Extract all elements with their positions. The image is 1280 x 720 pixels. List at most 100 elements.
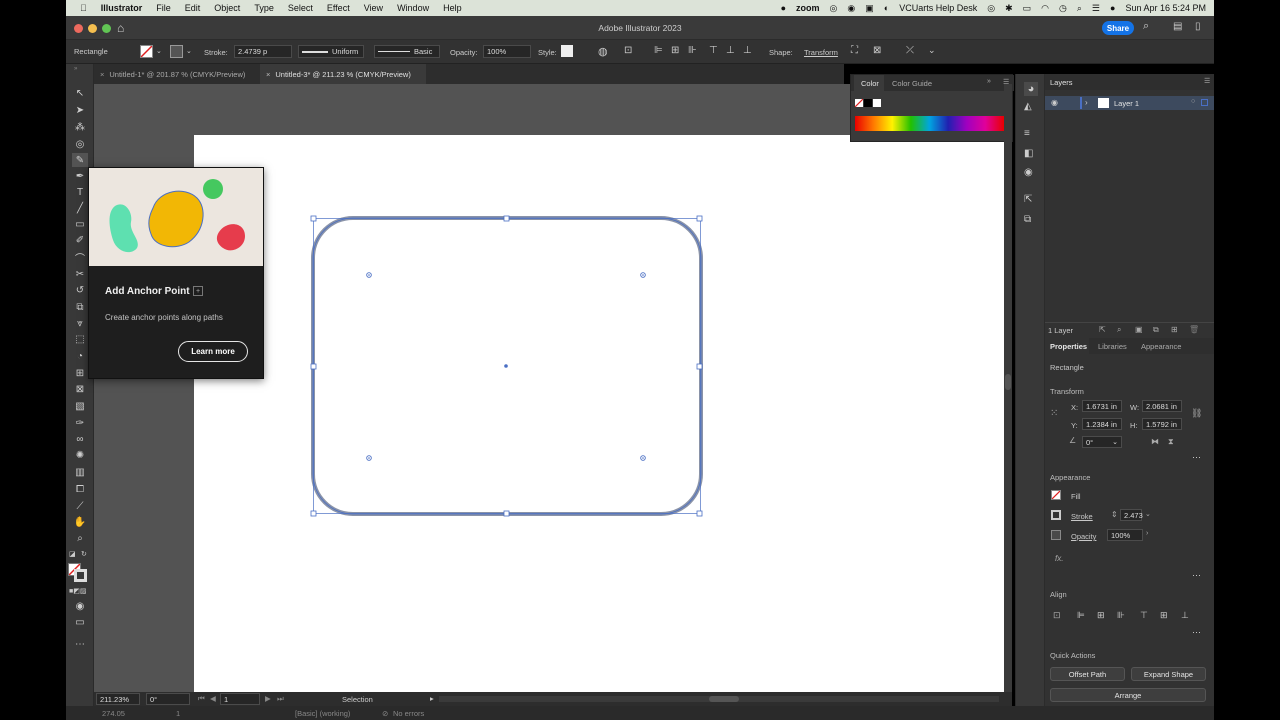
bluetooth-icon[interactable]: ✱ bbox=[1005, 3, 1013, 14]
w-field[interactable]: 2.0681 in bbox=[1142, 400, 1182, 412]
add-anchor-point-tool-icon[interactable]: ✎ bbox=[72, 153, 88, 167]
lasso-icon[interactable]: ◎ bbox=[72, 137, 88, 151]
type-tool-icon[interactable]: T bbox=[72, 185, 88, 199]
close-icon[interactable]: × bbox=[266, 70, 270, 79]
delete-layer-icon[interactable]: 🗑 bbox=[1189, 325, 1199, 334]
tab-libraries[interactable]: Libraries bbox=[1098, 342, 1127, 351]
helpdesk-icon[interactable]: ◐ bbox=[884, 3, 889, 13]
stroke-swatch[interactable] bbox=[1051, 510, 1061, 520]
align-to-icon[interactable]: ⊡ bbox=[1053, 610, 1061, 621]
align-right-icon[interactable]: ⊪ bbox=[688, 45, 697, 56]
menu-type[interactable]: Type bbox=[254, 3, 274, 13]
stroke-weight-field[interactable]: 2.473 bbox=[1120, 509, 1143, 521]
vertical-scrollbar[interactable] bbox=[1004, 84, 1012, 692]
collapse-panel-icon[interactable]: » bbox=[987, 78, 991, 85]
previous-artboard-icon[interactable]: ◀ bbox=[210, 694, 216, 703]
airplay-icon[interactable]: ◎ bbox=[987, 3, 995, 14]
line-tool-icon[interactable]: ╱ bbox=[72, 201, 88, 215]
mesh-icon[interactable]: ⊠ bbox=[72, 382, 88, 396]
new-layer-icon[interactable]: ⊞ bbox=[1171, 325, 1178, 334]
battery-icon[interactable]: ▭ bbox=[1023, 3, 1032, 14]
wifi-icon[interactable]: ◠ bbox=[1041, 3, 1049, 14]
transparency-panel-icon[interactable]: ◉ bbox=[1024, 167, 1033, 178]
learn-more-button[interactable]: Learn more bbox=[178, 341, 248, 362]
new-sublayer-icon[interactable]: ⧉ bbox=[1153, 325, 1159, 335]
direct-selection-tool-icon[interactable]: ➤ bbox=[72, 103, 88, 117]
align-h-center-icon[interactable]: ⊞ bbox=[1097, 610, 1105, 621]
collapse-icon[interactable]: » bbox=[74, 66, 77, 72]
export-icon[interactable]: ⇱ bbox=[1024, 194, 1032, 205]
spotlight-icon[interactable]: ⌕ bbox=[1077, 3, 1082, 14]
fill-swatch[interactable] bbox=[140, 45, 153, 58]
menu-edit[interactable]: Edit bbox=[185, 3, 201, 13]
expand-shape-button[interactable]: Expand Shape bbox=[1131, 667, 1206, 681]
stroke-indicator[interactable] bbox=[74, 569, 87, 582]
chevron-down-icon[interactable]: ⌄ bbox=[156, 47, 162, 55]
layer-row[interactable]: ◉ › Layer 1 ○ bbox=[1045, 96, 1214, 110]
selection-indicator[interactable] bbox=[1201, 99, 1208, 106]
align-left-icon[interactable]: ⊫ bbox=[654, 45, 663, 56]
scissors-icon[interactable]: ✂ bbox=[72, 267, 88, 281]
clipping-mask-icon[interactable]: ▣ bbox=[1135, 325, 1143, 334]
menu-help[interactable]: Help bbox=[443, 3, 462, 13]
color-spectrum[interactable] bbox=[855, 116, 1004, 131]
status-icon[interactable]: ◉ bbox=[847, 3, 855, 14]
datetime[interactable]: Sun Apr 16 5:24 PM bbox=[1125, 3, 1206, 13]
chevron-right-icon[interactable]: › bbox=[1146, 530, 1148, 537]
flip-horizontal-icon[interactable]: ⧓ bbox=[1151, 437, 1159, 446]
draw-mode-icon[interactable]: ◉ bbox=[72, 599, 88, 613]
align-to-icon[interactable]: ⊡ bbox=[624, 45, 632, 56]
x-field[interactable]: 1.6731 in bbox=[1082, 400, 1122, 412]
layer-name[interactable]: Layer 1 bbox=[1114, 99, 1139, 108]
shape-builder-icon[interactable]: ◔ bbox=[72, 349, 88, 363]
tab-appearance[interactable]: Appearance bbox=[1141, 342, 1181, 351]
rectangle-tool-icon[interactable]: ▭ bbox=[72, 217, 88, 231]
target-icon[interactable]: ○ bbox=[1191, 98, 1195, 105]
more-tools-icon[interactable]: ⋯ bbox=[72, 637, 88, 651]
swap-colors-icon[interactable]: ↻ bbox=[81, 550, 87, 558]
current-tool-label[interactable]: Selection bbox=[342, 695, 373, 704]
symbol-sprayer-icon[interactable]: ✺ bbox=[72, 448, 88, 462]
tab-properties[interactable]: Properties bbox=[1050, 342, 1087, 351]
opacity-field[interactable]: 100% bbox=[1107, 529, 1143, 541]
opacity-field[interactable]: 100% bbox=[483, 45, 531, 58]
slice-tool-icon[interactable]: ⟋ bbox=[72, 499, 88, 513]
transform-link[interactable]: Transform bbox=[804, 48, 838, 57]
align-bottom-icon[interactable]: ⊥ bbox=[743, 45, 752, 56]
record-icon[interactable]: ● bbox=[781, 3, 786, 13]
scroll-thumb[interactable] bbox=[1005, 374, 1011, 390]
puppet-warp-icon[interactable]: ⤫ bbox=[906, 45, 914, 56]
menu-file[interactable]: File bbox=[156, 3, 171, 13]
more-options-icon[interactable]: ⌄ bbox=[928, 45, 936, 56]
apple-icon[interactable]:  bbox=[80, 3, 87, 13]
align-v-center-icon[interactable]: ⊞ bbox=[1160, 610, 1168, 621]
none-swatch[interactable] bbox=[855, 99, 863, 107]
siri-icon[interactable]: ● bbox=[1110, 3, 1115, 13]
stepper-icon[interactable]: ⇕ bbox=[1111, 510, 1118, 519]
stroke-panel-icon[interactable]: ≡ bbox=[1024, 128, 1030, 139]
last-artboard-icon[interactable]: ⏭ bbox=[277, 694, 284, 704]
graphic-style-swatch[interactable] bbox=[561, 45, 573, 57]
graph-tool-icon[interactable]: ▥ bbox=[72, 465, 88, 479]
select-similar-icon[interactable]: ⊠ bbox=[873, 45, 881, 56]
menu-view[interactable]: View bbox=[364, 3, 383, 13]
chevron-down-icon[interactable]: ⌄ bbox=[1145, 510, 1151, 518]
visibility-eye-icon[interactable]: ◉ bbox=[1051, 98, 1058, 107]
gradient-panel-icon[interactable]: ◧ bbox=[1024, 148, 1033, 159]
reference-point-icon[interactable]: ⁙ bbox=[1050, 408, 1058, 419]
rotate-view-field[interactable]: 0° bbox=[146, 693, 190, 705]
selected-rounded-rectangle[interactable] bbox=[300, 205, 720, 530]
rotate-icon[interactable]: ↺ bbox=[72, 283, 88, 297]
more-options-icon[interactable]: ⋯ bbox=[1192, 570, 1201, 581]
arrange-button[interactable]: Arrange bbox=[1050, 688, 1206, 702]
variable-width-profile[interactable]: Uniform bbox=[298, 45, 364, 58]
align-center-icon[interactable]: ⊞ bbox=[671, 45, 679, 56]
eyedropper-icon[interactable]: ✑ bbox=[72, 416, 88, 430]
close-icon[interactable]: × bbox=[100, 70, 104, 79]
align-bottom-icon[interactable]: ⊥ bbox=[1181, 610, 1189, 621]
first-artboard-icon[interactable]: ⏮ bbox=[198, 694, 205, 704]
artboards-panel-icon[interactable]: ⧉ bbox=[1024, 214, 1031, 225]
h-field[interactable]: 1.5792 in bbox=[1142, 418, 1182, 430]
next-artboard-icon[interactable]: ▶ bbox=[265, 694, 271, 703]
tab-color[interactable]: Color bbox=[861, 79, 879, 88]
